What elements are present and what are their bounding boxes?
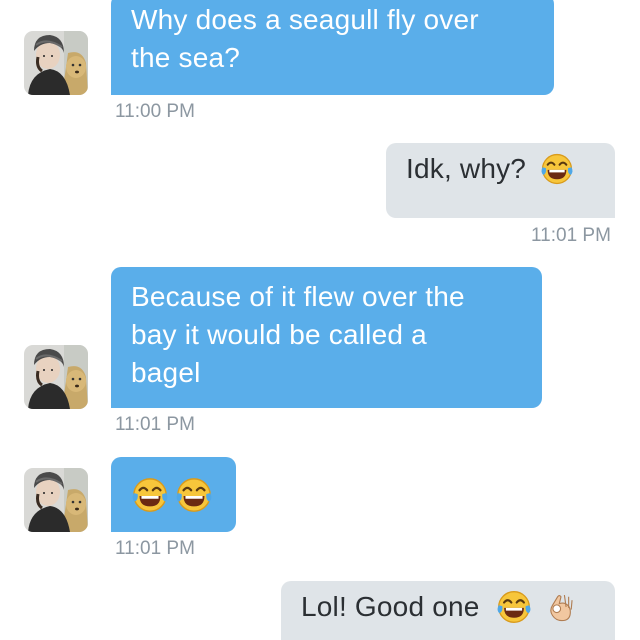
face-with-tears-of-joy-icon: [540, 152, 574, 186]
message-bubble-outgoing[interactable]: Lol! Good one: [281, 581, 615, 640]
avatar-photo-icon: [24, 468, 88, 532]
message-text: Lol! Good one: [301, 591, 480, 622]
message-text-line: Why does a seagull fly over: [131, 4, 479, 35]
avatar-photo-icon: [24, 31, 88, 95]
face-with-tears-of-joy-icon: [131, 476, 169, 514]
sender-avatar[interactable]: [24, 468, 88, 532]
message-bubble-incoming[interactable]: Because of it flew over the bay it would…: [111, 267, 542, 408]
sender-avatar[interactable]: [24, 31, 88, 95]
message-text-line: the sea?: [131, 42, 241, 73]
message-timestamp: 11:01 PM: [115, 414, 195, 435]
face-with-tears-of-joy-icon: [175, 476, 213, 514]
message-timestamp: 11:00 PM: [115, 101, 195, 122]
message-bubble-incoming[interactable]: Why does a seagull fly over the sea?: [111, 0, 554, 95]
avatar-photo-icon: [24, 345, 88, 409]
message-text-line: bay it would be called a: [131, 319, 427, 350]
message-bubble-incoming[interactable]: [111, 457, 236, 532]
message-timestamp: 11:01 PM: [115, 538, 195, 559]
message-text-line: Because of it flew over the: [131, 281, 465, 312]
face-with-tears-of-joy-icon: [496, 589, 532, 625]
message-text: Idk, why?: [406, 153, 527, 184]
message-timestamp: 11:01 PM: [531, 225, 611, 246]
message-text-line: bagel: [131, 357, 201, 388]
message-bubble-outgoing[interactable]: Idk, why?: [386, 143, 615, 218]
ok-hand-icon: [544, 590, 578, 624]
sender-avatar[interactable]: [24, 345, 88, 409]
